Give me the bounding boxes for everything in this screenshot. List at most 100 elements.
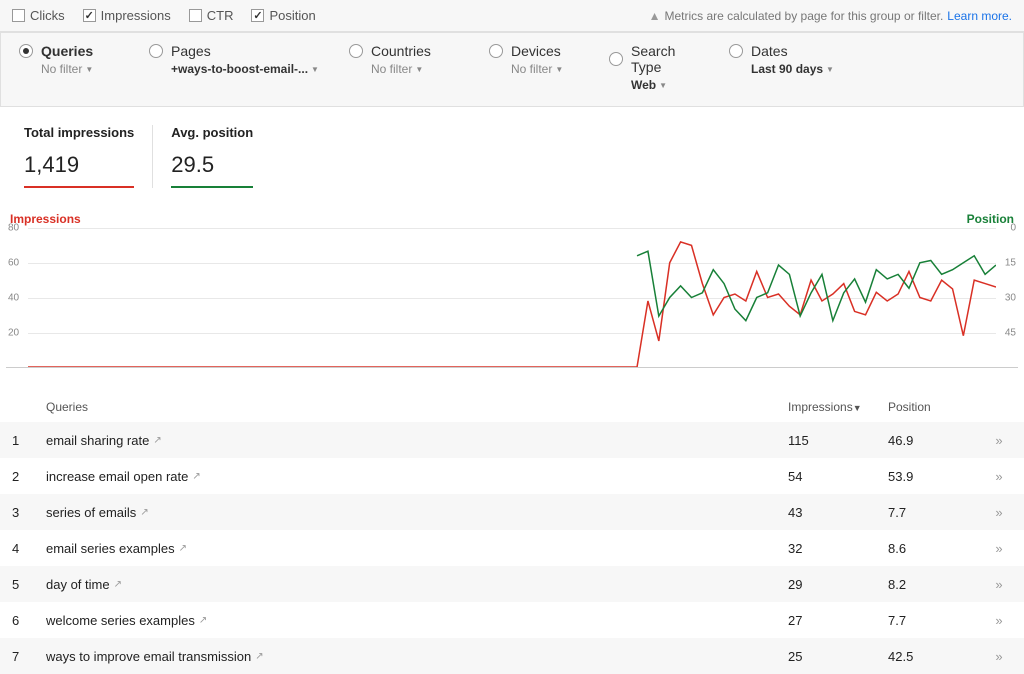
checkbox-icon bbox=[251, 9, 264, 22]
chevron-right-icon[interactable]: » bbox=[995, 649, 1000, 664]
table-row[interactable]: 1email sharing rate↗11546.9» bbox=[0, 422, 1024, 458]
col-impressions-header[interactable]: Impressions▼ bbox=[788, 400, 888, 414]
y-tick-left: 60 bbox=[8, 258, 19, 269]
y-tick-left: 20 bbox=[8, 328, 19, 339]
table-header: Queries Impressions▼ Position bbox=[0, 392, 1024, 422]
filter-pages[interactable]: Pages +ways-to-boost-email-...▼ bbox=[149, 43, 349, 92]
checkbox-label: Impressions bbox=[101, 8, 171, 23]
row-position: 53.9 bbox=[888, 469, 978, 484]
checkbox-icon bbox=[189, 9, 202, 22]
table-row[interactable]: 3series of emails↗437.7» bbox=[0, 494, 1024, 530]
row-expand[interactable]: » bbox=[978, 433, 1018, 448]
filter-sublabel[interactable]: No filter▼ bbox=[19, 62, 119, 76]
checkbox-ctr[interactable]: CTR bbox=[189, 8, 234, 23]
summary-card-avg-position[interactable]: Avg. position29.5 bbox=[153, 125, 271, 188]
row-index: 2 bbox=[6, 469, 46, 484]
col-position-header[interactable]: Position bbox=[888, 400, 978, 414]
checkbox-clicks[interactable]: Clicks bbox=[12, 8, 65, 23]
row-query[interactable]: welcome series examples↗ bbox=[46, 613, 788, 628]
caret-down-icon: ▼ bbox=[311, 65, 319, 74]
caret-down-icon: ▼ bbox=[555, 65, 563, 74]
row-query[interactable]: day of time↗ bbox=[46, 577, 788, 592]
filter-sublabel[interactable]: No filter▼ bbox=[349, 62, 459, 76]
row-index: 7 bbox=[6, 649, 46, 664]
filter-label: Search Type bbox=[631, 43, 699, 75]
series-impressions bbox=[28, 242, 996, 367]
filter-devices[interactable]: DevicesNo filter▼ bbox=[489, 43, 609, 92]
filter-sublabel[interactable]: Last 90 days▼ bbox=[729, 62, 839, 76]
summary-underline bbox=[24, 186, 134, 188]
y-tick-right: 30 bbox=[1005, 293, 1016, 304]
notice-message: ▲ Metrics are calculated by page for thi… bbox=[649, 9, 1012, 23]
filter-search-type[interactable]: Search Type Web▼ bbox=[609, 43, 729, 92]
checkbox-impressions[interactable]: Impressions bbox=[83, 8, 171, 23]
row-index: 3 bbox=[6, 505, 46, 520]
filter-queries[interactable]: Queries No filter▼ bbox=[19, 43, 149, 92]
chart-legend: Impressions Position bbox=[6, 212, 1018, 228]
checkbox-position[interactable]: Position bbox=[251, 8, 315, 23]
filter-label: Pages bbox=[171, 43, 211, 59]
row-expand[interactable]: » bbox=[978, 649, 1018, 664]
external-link-icon[interactable]: ↗ bbox=[179, 543, 187, 554]
row-index: 1 bbox=[6, 433, 46, 448]
row-impressions: 27 bbox=[788, 613, 888, 628]
col-index bbox=[6, 400, 46, 414]
filter-sublabel[interactable]: Web▼ bbox=[609, 78, 699, 92]
y-tick-left: 40 bbox=[8, 293, 19, 304]
external-link-icon[interactable]: ↗ bbox=[192, 471, 200, 482]
summary-value: 29.5 bbox=[171, 152, 253, 184]
radio-icon bbox=[149, 44, 163, 58]
filter-label: Queries bbox=[41, 43, 93, 59]
table-row[interactable]: 5day of time↗298.2» bbox=[0, 566, 1024, 602]
row-expand[interactable]: » bbox=[978, 577, 1018, 592]
chevron-right-icon[interactable]: » bbox=[995, 613, 1000, 628]
external-link-icon[interactable]: ↗ bbox=[255, 651, 263, 662]
chart-area[interactable]: 204060800153045 bbox=[6, 228, 1018, 368]
table-row[interactable]: 4email series examples↗328.6» bbox=[0, 530, 1024, 566]
filter-countries[interactable]: Countries No filter▼ bbox=[349, 43, 489, 92]
row-query[interactable]: email sharing rate↗ bbox=[46, 433, 788, 448]
row-query[interactable]: ways to improve email transmission↗ bbox=[46, 649, 788, 664]
chevron-right-icon[interactable]: » bbox=[995, 505, 1000, 520]
row-query[interactable]: increase email open rate↗ bbox=[46, 469, 788, 484]
filter-label: Dates bbox=[751, 43, 788, 59]
table-body: 1email sharing rate↗11546.9»2increase em… bbox=[0, 422, 1024, 674]
external-link-icon[interactable]: ↗ bbox=[114, 579, 122, 590]
filter-sublabel[interactable]: +ways-to-boost-email-...▼ bbox=[149, 62, 319, 76]
table-row[interactable]: 6welcome series examples↗277.7» bbox=[0, 602, 1024, 638]
row-query[interactable]: email series examples↗ bbox=[46, 541, 788, 556]
row-expand[interactable]: » bbox=[978, 469, 1018, 484]
summary-card-total-impressions[interactable]: Total impressions1,419 bbox=[6, 125, 153, 188]
row-impressions: 54 bbox=[788, 469, 888, 484]
row-position: 8.2 bbox=[888, 577, 978, 592]
y-tick-left: 80 bbox=[8, 223, 19, 234]
notice-text: Metrics are calculated by page for this … bbox=[664, 9, 943, 23]
summary-value: 1,419 bbox=[24, 152, 134, 184]
external-link-icon[interactable]: ↗ bbox=[140, 507, 148, 518]
legend-position: Position bbox=[967, 212, 1014, 226]
row-impressions: 32 bbox=[788, 541, 888, 556]
chevron-right-icon[interactable]: » bbox=[995, 541, 1000, 556]
chevron-right-icon[interactable]: » bbox=[995, 433, 1000, 448]
sort-desc-icon: ▼ bbox=[853, 403, 862, 413]
chevron-right-icon[interactable]: » bbox=[995, 469, 1000, 484]
table-row[interactable]: 2increase email open rate↗5453.9 » bbox=[0, 458, 1024, 494]
chevron-right-icon[interactable]: » bbox=[995, 577, 1000, 592]
external-link-icon[interactable]: ↗ bbox=[153, 435, 161, 446]
legend-impressions: Impressions bbox=[10, 212, 81, 226]
row-expand[interactable]: » bbox=[978, 505, 1018, 520]
row-expand[interactable]: » bbox=[978, 613, 1018, 628]
metrics-toolbar: Clicks Impressions CTR Position ▲ Metrics a… bbox=[0, 0, 1024, 32]
row-query[interactable]: series of emails↗ bbox=[46, 505, 788, 520]
filter-dates[interactable]: Dates Last 90 days▼ bbox=[729, 43, 869, 92]
table-row[interactable]: 7ways to improve email transmission↗2542… bbox=[0, 638, 1024, 674]
filter-label: Countries bbox=[371, 43, 431, 59]
filter-sublabel[interactable]: No filter▼ bbox=[489, 62, 579, 76]
col-queries-header[interactable]: Queries bbox=[46, 400, 788, 414]
row-impressions: 29 bbox=[788, 577, 888, 592]
caret-down-icon: ▼ bbox=[85, 65, 93, 74]
learn-more-link[interactable]: Learn more. bbox=[947, 9, 1012, 23]
checkbox-icon bbox=[83, 9, 96, 22]
external-link-icon[interactable]: ↗ bbox=[199, 615, 207, 626]
row-expand[interactable]: » bbox=[978, 541, 1018, 556]
